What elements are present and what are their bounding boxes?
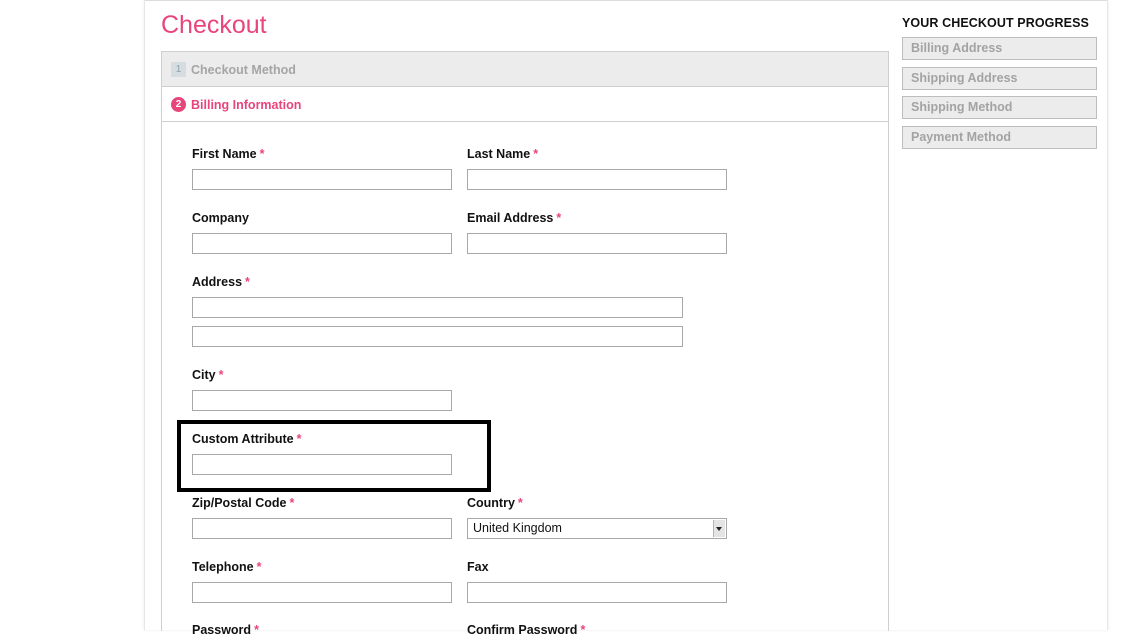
- address-line1-input[interactable]: [192, 297, 683, 318]
- company-label: Company: [192, 211, 249, 225]
- chevron-down-icon[interactable]: [713, 520, 725, 537]
- last-name-input[interactable]: [467, 169, 727, 190]
- required-marker: *: [256, 560, 262, 574]
- telephone-input[interactable]: [192, 582, 452, 603]
- zip-input[interactable]: [192, 518, 452, 539]
- first-name-label: First Name *: [192, 147, 265, 161]
- progress-item-shipping-method: Shipping Method: [902, 96, 1097, 119]
- top-divider: [145, 0, 1107, 1]
- step-number-badge: 2: [171, 97, 186, 112]
- step-label: Billing Information: [191, 98, 302, 112]
- country-label: Country *: [467, 496, 523, 510]
- step-label: Checkout Method: [191, 63, 296, 77]
- required-marker: *: [580, 623, 586, 637]
- fax-label: Fax: [467, 560, 489, 574]
- first-name-input[interactable]: [192, 169, 452, 190]
- address-label: Address *: [192, 275, 250, 289]
- page-container: Checkout 1 Checkout Method 2 Billing Inf…: [144, 0, 1108, 637]
- step-checkout-method[interactable]: 1 Checkout Method: [162, 52, 888, 87]
- city-label: City *: [192, 368, 224, 382]
- required-marker: *: [289, 496, 295, 510]
- required-marker: *: [254, 623, 259, 637]
- company-input[interactable]: [192, 233, 452, 254]
- progress-item-payment-method: Payment Method: [902, 126, 1097, 149]
- country-selected-value: United Kingdom: [473, 521, 562, 535]
- country-select[interactable]: United Kingdom: [467, 518, 727, 539]
- address-line2-input[interactable]: [192, 326, 683, 347]
- required-marker: *: [245, 275, 250, 289]
- required-marker: *: [556, 211, 562, 225]
- required-marker: *: [533, 147, 539, 161]
- page-title: Checkout: [161, 11, 267, 39]
- progress-title: YOUR CHECKOUT PROGRESS: [902, 16, 1089, 30]
- fax-input[interactable]: [467, 582, 727, 603]
- password-label: Password *: [192, 623, 259, 637]
- custom-attribute-highlight: [177, 420, 491, 492]
- step-billing-information[interactable]: 2 Billing Information: [162, 87, 888, 122]
- confirm-password-label: Confirm Password *: [467, 623, 586, 637]
- progress-item-billing-address: Billing Address: [902, 37, 1097, 60]
- required-marker: *: [517, 496, 523, 510]
- email-input[interactable]: [467, 233, 727, 254]
- email-label: Email Address *: [467, 211, 562, 225]
- required-marker: *: [218, 368, 224, 382]
- telephone-label: Telephone *: [192, 560, 262, 574]
- last-name-label: Last Name *: [467, 147, 539, 161]
- step-number-badge: 1: [171, 62, 186, 77]
- required-marker: *: [259, 147, 265, 161]
- city-input[interactable]: [192, 390, 452, 411]
- progress-item-shipping-address: Shipping Address: [902, 67, 1097, 90]
- zip-label: Zip/Postal Code *: [192, 496, 295, 510]
